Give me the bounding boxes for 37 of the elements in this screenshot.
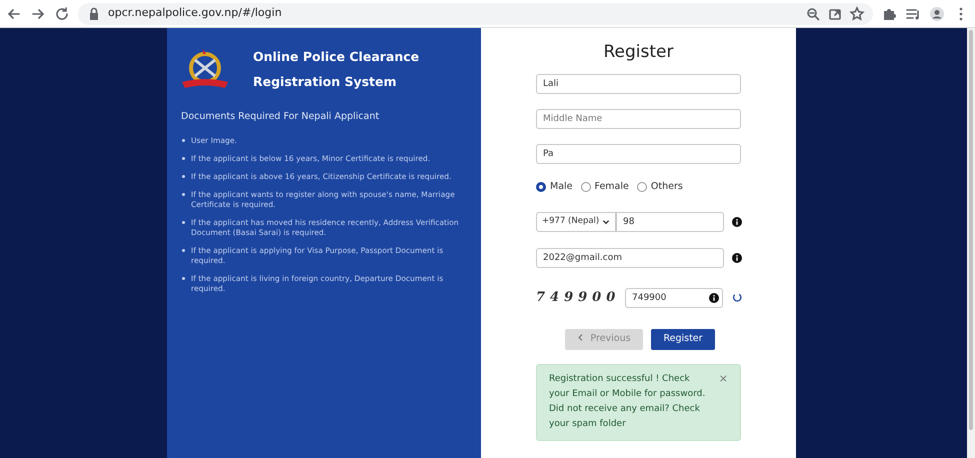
close-button[interactable]: × <box>718 372 728 432</box>
form-title: Register <box>602 41 674 64</box>
bullet-icon <box>182 221 185 224</box>
panel-title: Online Police Clearance <box>253 48 420 66</box>
alert-message: Registration successful ! Check your Email or Mobile for password. Did not receive any email? Check your spam folder <box>549 372 706 431</box>
documents-heading: Documents Required For Nepali Applicant <box>181 110 380 124</box>
bullet-icon <box>182 175 185 178</box>
bullet-icon <box>182 139 185 142</box>
name-field[interactable]: Middle Name <box>536 108 741 128</box>
address-bar[interactable]: opcr.nepalpolice.gov.np/#/login <box>78 2 873 24</box>
radio-option[interactable]: Female <box>580 180 629 194</box>
bullet-icon <box>182 249 185 252</box>
chevron-left-icon <box>577 333 584 342</box>
profile-icon[interactable] <box>929 6 945 22</box>
zoom-icon[interactable] <box>805 6 821 22</box>
scrollbar-thumb[interactable] <box>969 30 973 430</box>
name-field[interactable]: Lali <box>536 74 741 94</box>
info-icon[interactable] <box>732 216 742 227</box>
caret-icon <box>602 218 610 226</box>
reload-icon[interactable] <box>54 6 70 22</box>
star-icon[interactable] <box>849 6 865 22</box>
bullet-icon <box>182 193 185 196</box>
info-icon[interactable] <box>709 292 719 303</box>
panel-title: Registration System <box>253 73 398 91</box>
bullet-icon <box>182 277 185 280</box>
email-field[interactable]: 2022@gmail.com <box>536 248 724 268</box>
radio-option[interactable]: Male <box>536 180 573 194</box>
refresh-icon[interactable] <box>731 292 742 304</box>
scrollbar[interactable] <box>967 28 975 458</box>
name-field[interactable]: Pa <box>536 144 741 164</box>
captcha-field[interactable]: 749900 <box>625 288 723 308</box>
mobile-field[interactable]: 98 <box>616 212 724 232</box>
radio-option[interactable]: Others <box>636 180 683 194</box>
register-button[interactable]: Register <box>651 328 715 350</box>
bullet-icon <box>182 157 185 160</box>
info-icon[interactable] <box>732 252 742 263</box>
country-code-select[interactable]: +977 (Nepal) <box>536 212 616 232</box>
